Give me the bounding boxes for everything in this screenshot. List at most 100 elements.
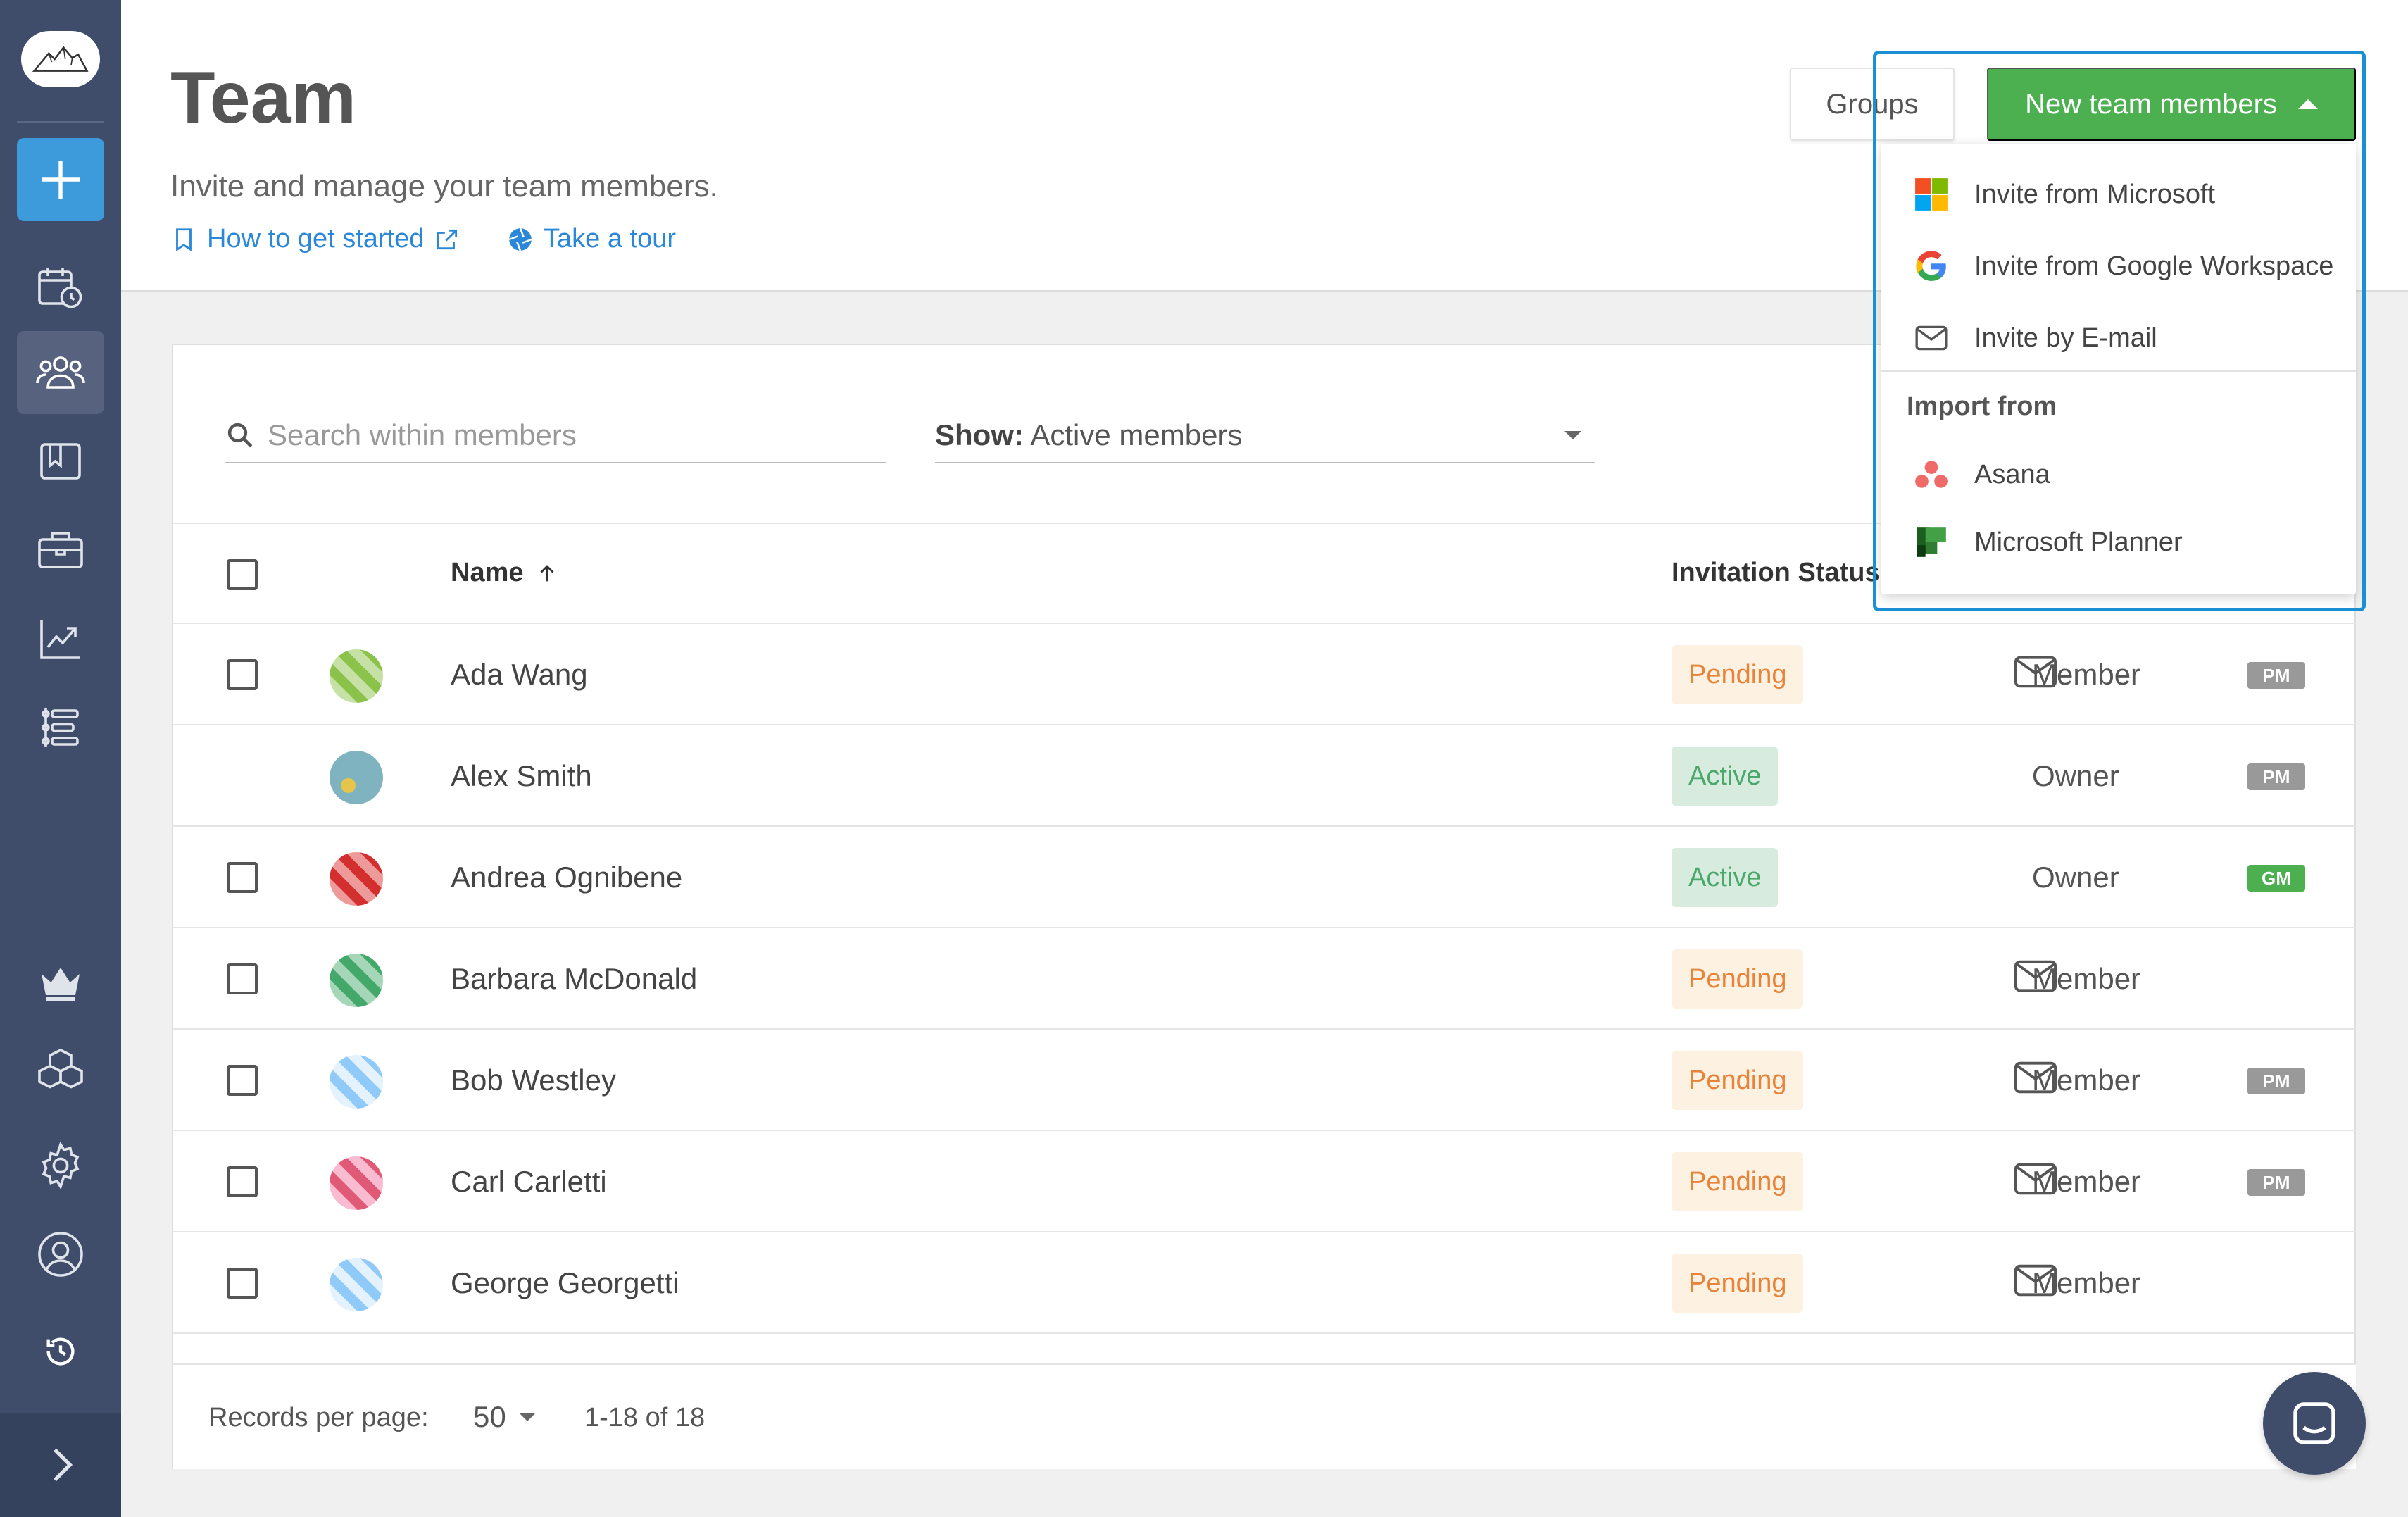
mountain-logo-icon	[32, 46, 89, 72]
how-to-get-started-label: How to get started	[207, 224, 425, 254]
name-column-label: Name	[451, 558, 524, 587]
row-checkbox[interactable]	[227, 862, 258, 893]
member-name[interactable]: George Georgetti	[451, 1266, 679, 1300]
avatar	[330, 1258, 383, 1311]
show-filter-select[interactable]: Show: Active members	[935, 408, 1595, 463]
records-per-page-select[interactable]: 50	[473, 1400, 536, 1434]
row-checkbox[interactable]	[227, 963, 258, 994]
sidebar-divider	[17, 121, 104, 123]
row-checkbox[interactable]	[227, 1166, 258, 1197]
sidebar-item-projects[interactable]	[17, 420, 104, 503]
shutter-icon	[508, 227, 532, 251]
row-checkbox[interactable]	[227, 1065, 258, 1096]
sidebar-item-timeline[interactable]	[17, 686, 104, 769]
sidebar-add-button[interactable]	[17, 138, 104, 221]
groups-button[interactable]: Groups	[1790, 68, 1955, 141]
show-filter-label: Show:	[935, 418, 1024, 451]
status-badge: Pending	[1672, 949, 1804, 1009]
app-logo[interactable]	[21, 31, 100, 87]
planner-icon	[1917, 527, 1946, 557]
role-tag: GM	[2247, 865, 2305, 892]
member-name[interactable]: Barbara McDonald	[451, 962, 697, 996]
table-row[interactable]: Barbara McDonald Pending Member	[173, 928, 2356, 1030]
role-tag: PM	[2247, 763, 2305, 790]
member-role: Member	[2032, 658, 2141, 691]
plus-icon	[42, 161, 80, 199]
chat-support-button[interactable]	[2263, 1372, 2366, 1475]
member-name[interactable]: Bob Westley	[451, 1063, 616, 1097]
search-input[interactable]: Search within members	[268, 418, 577, 452]
avatar	[330, 1156, 383, 1210]
table-row[interactable]: Alex Smith Active Owner PM	[173, 725, 2356, 827]
table-footer: Records per page: 50 1-18 of 18	[173, 1363, 2356, 1469]
list-timeline-icon	[42, 708, 79, 747]
new-team-members-label: New team members	[2025, 88, 2277, 120]
sidebar-item-integrations[interactable]	[17, 1030, 104, 1113]
table-row[interactable]: George Georgetti Pending Member	[173, 1232, 2356, 1334]
sidebar-expand-button[interactable]	[0, 1413, 121, 1517]
member-role: Member	[2032, 1165, 2141, 1198]
invite-from-microsoft-item[interactable]: Invite from Microsoft	[1881, 159, 2356, 230]
book-icon	[40, 443, 81, 480]
sidebar-item-reports[interactable]	[17, 597, 104, 680]
page-subtitle: Invite and manage your team members.	[170, 169, 718, 204]
member-name[interactable]: Ada Wang	[451, 658, 588, 692]
status-badge: Pending	[1672, 1152, 1804, 1211]
table-row[interactable]: Carl Carletti Pending Member PM	[173, 1131, 2356, 1232]
avatar	[330, 852, 383, 906]
status-badge: Active	[1672, 747, 1779, 806]
status-badge: Pending	[1672, 1051, 1804, 1110]
how-to-get-started-link[interactable]: How to get started	[170, 224, 460, 254]
caret-down-icon	[518, 1413, 536, 1421]
member-role: Owner	[2032, 861, 2119, 894]
member-role: Member	[2032, 1063, 2141, 1097]
sidebar-item-settings[interactable]	[17, 1124, 104, 1207]
search-field[interactable]: Search within members	[225, 408, 886, 463]
table-row[interactable]: Andrea Ognibene Active Owner GM	[173, 827, 2356, 928]
member-name[interactable]: Alex Smith	[451, 759, 592, 793]
table-row[interactable]: Bob Westley Pending Member PM	[173, 1030, 2356, 1131]
select-all-checkbox[interactable]	[227, 559, 258, 590]
chevron-right-icon	[54, 1448, 73, 1482]
gear-icon	[42, 1141, 80, 1190]
member-name[interactable]: Carl Carletti	[451, 1165, 607, 1199]
arrow-up-icon	[539, 564, 554, 581]
caret-up-icon	[2297, 99, 2318, 109]
records-per-page-label: Records per page:	[208, 1403, 429, 1432]
invite-from-google-item[interactable]: Invite from Google Workspace	[1881, 231, 2356, 301]
microsoft-icon	[1915, 178, 1948, 211]
import-planner-item[interactable]: Microsoft Planner	[1881, 507, 2356, 578]
sidebar-item-profile[interactable]	[17, 1213, 104, 1296]
page-title: Team	[170, 57, 356, 139]
role-tag: PM	[2247, 662, 2305, 689]
caret-down-icon	[1564, 431, 1581, 439]
import-asana-item[interactable]: Asana	[1881, 439, 2356, 510]
role-tag: PM	[2247, 1068, 2305, 1094]
new-team-members-button[interactable]: New team members	[1987, 68, 2356, 141]
name-column-header[interactable]: Name	[451, 558, 559, 588]
sidebar-item-clients[interactable]	[17, 508, 104, 592]
avatar	[330, 1055, 383, 1109]
chat-icon	[2293, 1402, 2335, 1444]
row-checkbox[interactable]	[227, 659, 258, 690]
member-name[interactable]: Andrea Ognibene	[451, 861, 682, 894]
search-icon	[227, 423, 253, 448]
cubes-icon	[38, 1048, 83, 1089]
external-link-icon	[437, 229, 458, 249]
sidebar-item-history[interactable]	[17, 1310, 104, 1393]
invite-from-microsoft-label: Invite from Microsoft	[1974, 179, 2216, 209]
table-row[interactable]: Ada Wang Pending Member PM	[173, 624, 2356, 725]
import-planner-label: Microsoft Planner	[1974, 527, 2183, 557]
invite-by-email-label: Invite by E-mail	[1974, 323, 2157, 353]
status-badge: Pending	[1672, 645, 1804, 704]
chart-line-icon	[40, 620, 80, 659]
sidebar-item-team[interactable]	[17, 331, 104, 414]
invite-by-email-item[interactable]: Invite by E-mail	[1881, 303, 2356, 373]
role-tag: PM	[2247, 1169, 2305, 1196]
member-role: Member	[2032, 1266, 2141, 1299]
sidebar-item-schedule[interactable]	[17, 245, 104, 328]
row-checkbox[interactable]	[227, 1268, 258, 1299]
asana-icon	[1915, 461, 1948, 488]
take-a-tour-link[interactable]: Take a tour	[507, 224, 676, 254]
sidebar-item-upgrade[interactable]	[17, 941, 104, 1024]
